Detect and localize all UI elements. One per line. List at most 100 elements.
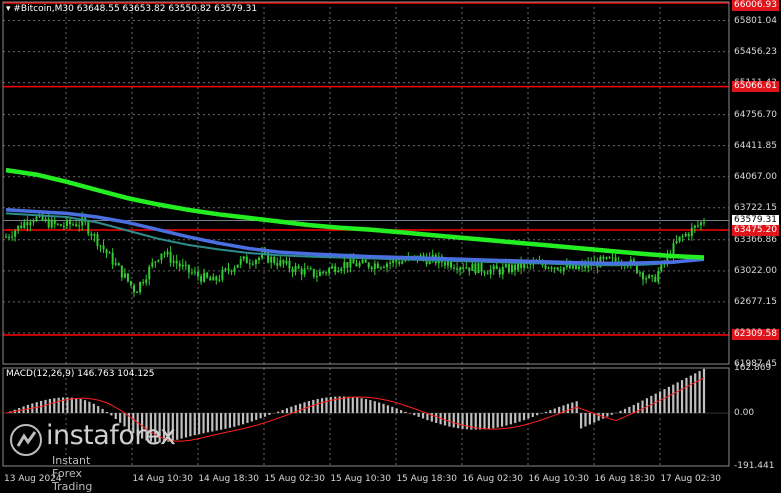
candle-body [139,282,142,292]
candle-body [514,264,517,270]
candle-body [687,233,690,237]
price-tick: 63366.86 [734,234,777,245]
candle-body [136,291,139,293]
candle-body [221,270,224,280]
candle-body [608,257,611,259]
candle-body [495,265,498,270]
candle-body [29,222,32,226]
candle-body [312,268,315,277]
candle-body [242,256,245,259]
candle-body [657,271,660,282]
candle-body [544,265,547,269]
candle-body [227,268,230,271]
candle-body [382,267,385,269]
candle-body [215,276,218,281]
candle-body [96,234,99,247]
candle-body [648,275,651,279]
candle-body [501,267,504,275]
candle-body [120,265,123,278]
candle-body [483,271,486,274]
candle-body [373,263,376,270]
candle-body [166,251,169,255]
chart-title: ▾ #Bitcoin,M30 63648.55 63653.82 63550.8… [6,4,258,14]
candle-body [559,269,562,272]
level-tag: 65066.61 [732,81,779,93]
candle-body [678,236,681,242]
candle-body [72,224,75,226]
candle-body [315,275,318,277]
candle-body [148,266,151,280]
instaforex-logo-icon [10,424,42,456]
candle-body [480,263,483,272]
candle-body [675,241,678,244]
price-tick: 64411.85 [734,140,777,151]
candle-body [300,268,303,275]
time-tick: 16 Aug 18:30 [594,474,655,484]
candle-body [11,236,14,238]
candle-body [486,273,489,275]
candle-body [389,262,392,264]
candle-body [8,236,11,238]
time-tick: 15 Aug 18:30 [396,474,457,484]
candle-body [163,253,166,255]
time-tick: 15 Aug 02:30 [264,474,325,484]
macd-tick: -191.441 [734,461,775,471]
candle-body [59,224,62,227]
candle-body [450,261,453,268]
candle-body [157,259,160,262]
candle-body [638,272,641,274]
candle-body [358,263,361,267]
candle-body [47,218,50,228]
candle-body [206,272,209,278]
candle-body [352,258,355,264]
candle-body [696,225,699,227]
ma-slow-line [5,167,705,260]
candle-body [282,260,285,264]
time-tick: 16 Aug 02:30 [462,474,523,484]
candle-body [456,268,459,270]
candle-body [651,275,654,277]
candle-body [17,225,20,231]
candle-body [645,278,648,280]
candle-body [459,267,462,270]
candle-body [355,263,358,267]
candle-body [251,263,254,265]
candle-body [108,252,111,254]
candle-body [78,225,81,227]
time-tick: 15 Aug 10:30 [330,474,391,484]
candle-body [684,233,687,237]
candle-body [562,267,565,272]
candle-body [401,260,404,264]
chart-canvas[interactable] [0,0,781,489]
candle-body [236,264,239,268]
candle-body [303,268,306,275]
candle-body [328,268,331,273]
candle-body [257,257,260,261]
moving-averages [5,167,705,267]
time-tick: 16 Aug 10:30 [528,474,589,484]
time-tick: 14 Aug 18:30 [198,474,259,484]
candle-body [218,279,221,281]
candle-body [361,259,364,264]
candle-body [498,269,501,275]
candle-body [468,267,471,271]
candle-body [65,219,68,227]
candle-body [556,267,559,270]
candle-body [99,245,102,247]
candle-body [346,262,349,268]
candle-body [254,260,257,265]
price-tick: 63022.00 [734,265,777,276]
time-tick: 14 Aug 10:30 [132,474,193,484]
candle-body [117,263,120,266]
candle-body [474,263,477,274]
candle-body [306,268,309,270]
candle-body [154,261,157,263]
candle-body [26,222,29,226]
candle-body [111,252,114,265]
candle-body [693,225,696,228]
candle-body [325,272,328,274]
candle-body [169,251,172,263]
candle-body [334,266,337,273]
candle-body [489,269,492,275]
candle-body [453,267,456,269]
